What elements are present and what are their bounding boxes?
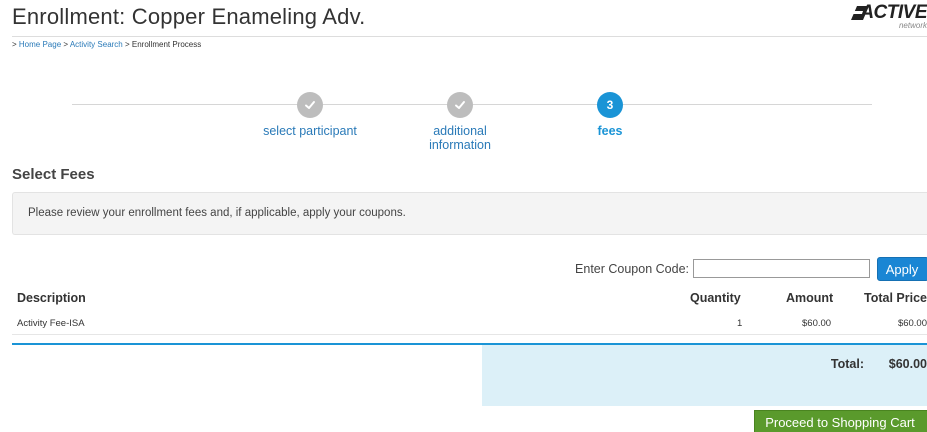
step-number-badge: 3 [597, 92, 623, 118]
breadcrumb-home-link[interactable]: Home Page [19, 40, 61, 49]
apply-coupon-button[interactable]: Apply [877, 257, 927, 281]
breadcrumb-activity-search-link[interactable]: Activity Search [70, 40, 123, 49]
step-label: select participant [263, 124, 357, 138]
breadcrumb-prefix: > [12, 40, 17, 49]
total-label: Total: [830, 357, 864, 371]
proceed-to-shopping-cart-button[interactable]: Proceed to Shopping Cart [754, 410, 927, 432]
column-header-total-price: Total Price [864, 291, 927, 305]
total-value: $60.00 [888, 357, 927, 371]
info-notice: Please review your enrollment fees and, … [12, 192, 927, 235]
row-quantity: 1 [737, 318, 743, 329]
check-icon [447, 92, 473, 118]
breadcrumb: > Home Page > Activity Search > Enrollme… [12, 40, 201, 49]
step-label: additional information [429, 124, 491, 152]
column-header-amount: Amount [786, 291, 834, 305]
row-divider [12, 334, 927, 335]
breadcrumb-separator: > [124, 40, 130, 49]
row-total-price: $60.00 [897, 318, 927, 329]
page-title: Enrollment: Copper Enameling Adv. [12, 4, 366, 29]
breadcrumb-separator: > [63, 40, 69, 49]
active-network-logo[interactable]: ACTIVE network [837, 0, 927, 30]
step-additional-information[interactable]: additional information [400, 92, 520, 152]
step-select-participant[interactable]: select participant [250, 92, 370, 138]
step-label: fees [597, 124, 623, 138]
coupon-code-input[interactable] [693, 259, 870, 278]
coupon-code-label: Enter Coupon Code: [575, 262, 689, 276]
check-icon [297, 92, 323, 118]
notice-text: Please review your enrollment fees and, … [28, 207, 406, 219]
column-header-description: Description [17, 291, 86, 305]
row-amount: $60.00 [802, 318, 832, 329]
enrollment-stepper: select participant additional informatio… [0, 88, 927, 158]
logo-subtext: network [898, 21, 927, 30]
section-title: Select Fees [12, 166, 95, 183]
breadcrumb-current: Enrollment Process [131, 40, 202, 49]
row-description: Activity Fee-ISA [17, 318, 85, 329]
step-fees: 3 fees [550, 92, 670, 138]
column-header-quantity: Quantity [690, 291, 741, 305]
title-divider [12, 36, 927, 37]
total-summary-box [482, 345, 927, 406]
